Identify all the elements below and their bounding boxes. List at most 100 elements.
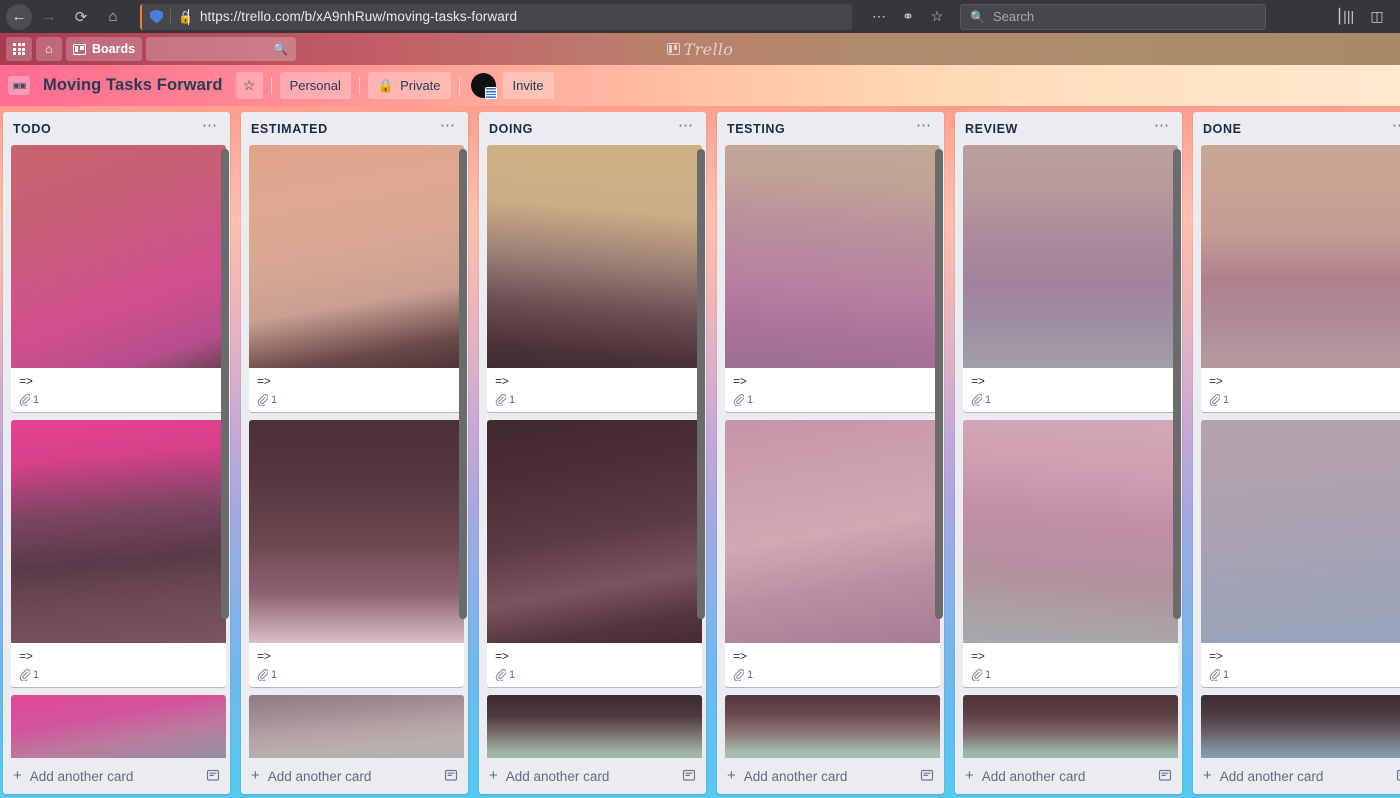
list-scrollbar-thumb[interactable] <box>697 149 705 619</box>
list-title[interactable]: REVIEW <box>965 122 1018 136</box>
board-icon[interactable]: ▣▣ <box>8 76 30 95</box>
home-icon[interactable]: ⌂ <box>98 3 128 31</box>
list-scrollbar[interactable] <box>935 147 943 756</box>
template-icon[interactable] <box>920 768 934 785</box>
card[interactable] <box>725 695 940 758</box>
card-title[interactable]: => <box>1209 374 1400 390</box>
ellipsis-icon[interactable]: ⋯ <box>196 118 224 136</box>
card-title[interactable]: => <box>971 374 1170 390</box>
card[interactable]: => 1 <box>1201 420 1400 687</box>
card-title[interactable]: => <box>971 649 1170 665</box>
list-scrollbar-thumb[interactable] <box>1173 149 1181 619</box>
card[interactable]: => 1 <box>963 420 1178 687</box>
team-button[interactable]: Personal <box>279 72 351 99</box>
add-card-footer[interactable]: + Add another card <box>1193 758 1400 794</box>
template-icon[interactable] <box>206 768 220 785</box>
list-title[interactable]: TODO <box>13 122 51 136</box>
avatar[interactable] <box>470 73 497 99</box>
card-title[interactable]: => <box>19 649 218 665</box>
add-card-label[interactable]: Add another card <box>1220 769 1324 784</box>
card-title[interactable]: => <box>733 649 932 665</box>
shield-icon[interactable] <box>150 9 163 24</box>
card-title[interactable]: => <box>257 649 456 665</box>
card[interactable]: => 1 <box>249 420 464 687</box>
ellipsis-icon[interactable]: ⋯ <box>672 118 700 136</box>
browser-search-input[interactable]: 🔍 Search <box>960 3 1266 30</box>
card-title[interactable]: => <box>495 374 694 390</box>
board-title[interactable]: Moving Tasks Forward <box>34 76 232 95</box>
list-scrollbar[interactable] <box>697 147 705 756</box>
url-text[interactable]: https://trello.com/b/xA9nhRuw/moving-tas… <box>200 9 517 24</box>
add-card-label[interactable]: Add another card <box>506 769 610 784</box>
list-scrollbar-thumb[interactable] <box>459 149 467 619</box>
list-scrollbar[interactable] <box>459 147 467 756</box>
list-title[interactable]: DOING <box>489 122 533 136</box>
reload-icon[interactable]: ⟳ <box>66 3 96 31</box>
add-card-label[interactable]: Add another card <box>268 769 372 784</box>
sidebar-icon[interactable]: ◫ <box>1364 4 1390 30</box>
card-title[interactable]: => <box>733 374 932 390</box>
list-title[interactable]: ESTIMATED <box>251 122 328 136</box>
list-title[interactable]: TESTING <box>727 122 785 136</box>
card[interactable]: => 1 <box>249 145 464 412</box>
ellipsis-icon[interactable]: ⋯ <box>1386 118 1400 136</box>
cards-scroll-area[interactable]: => 1 => 1 <box>479 145 706 758</box>
add-card-label[interactable]: Add another card <box>744 769 848 784</box>
back-arrow-icon[interactable]: ← <box>6 3 32 30</box>
card[interactable]: => 1 <box>725 420 940 687</box>
card-title[interactable]: => <box>1209 649 1400 665</box>
forward-arrow-icon[interactable]: → <box>34 3 64 31</box>
card-title[interactable]: => <box>19 374 218 390</box>
card[interactable] <box>487 695 702 758</box>
add-card-footer[interactable]: + Add another card <box>479 758 706 794</box>
card[interactable]: => 1 <box>11 420 226 687</box>
bookmark-star-icon[interactable]: ☆ <box>924 4 950 30</box>
card[interactable]: => 1 <box>487 420 702 687</box>
home-button[interactable]: ⌂ <box>36 37 62 61</box>
apps-grid-button[interactable] <box>6 37 32 61</box>
template-icon[interactable] <box>682 768 696 785</box>
add-card-footer[interactable]: + Add another card <box>3 758 230 794</box>
add-card-footer[interactable]: + Add another card <box>241 758 468 794</box>
template-icon[interactable] <box>1158 768 1172 785</box>
template-icon[interactable] <box>1396 768 1400 785</box>
card[interactable]: => 1 <box>725 145 940 412</box>
cards-scroll-area[interactable]: => 1 => 1 <box>717 145 944 758</box>
visibility-button[interactable]: 🔒 Private <box>367 72 451 99</box>
add-card-label[interactable]: Add another card <box>982 769 1086 784</box>
card[interactable] <box>249 695 464 758</box>
ellipsis-icon[interactable]: ⋯ <box>434 118 462 136</box>
pocket-icon[interactable]: ⚭ <box>895 4 921 30</box>
add-card-footer[interactable]: + Add another card <box>717 758 944 794</box>
list-scrollbar[interactable] <box>1173 147 1181 756</box>
library-icon[interactable]: ⎮||| <box>1332 4 1358 30</box>
lock-icon[interactable]: 🔒 <box>178 10 193 24</box>
cards-scroll-area[interactable]: => 1 => 1 <box>241 145 468 758</box>
trello-search-input[interactable]: 🔍 <box>146 37 297 61</box>
card[interactable] <box>963 695 1178 758</box>
ellipsis-icon[interactable]: ⋯ <box>910 118 938 136</box>
list-scrollbar[interactable] <box>221 147 229 756</box>
star-board-button[interactable]: ☆ <box>235 72 263 99</box>
url-bar[interactable]: 🔒 https://trello.com/b/xA9nhRuw/moving-t… <box>140 3 852 30</box>
list-scrollbar-thumb[interactable] <box>221 149 229 619</box>
list-scrollbar-thumb[interactable] <box>935 149 943 619</box>
page-actions-ellipsis-icon[interactable]: ⋯ <box>866 4 892 30</box>
add-card-footer[interactable]: + Add another card <box>955 758 1182 794</box>
boards-button[interactable]: Boards <box>66 37 143 61</box>
card[interactable]: => 1 <box>1201 145 1400 412</box>
add-card-label[interactable]: Add another card <box>30 769 134 784</box>
template-icon[interactable] <box>444 768 458 785</box>
card-title[interactable]: => <box>495 649 694 665</box>
cards-scroll-area[interactable]: => 1 => 1 <box>955 145 1182 758</box>
ellipsis-icon[interactable]: ⋯ <box>1148 118 1176 136</box>
cards-scroll-area[interactable]: => 1 => 1 <box>3 145 230 758</box>
invite-button[interactable]: Invite <box>502 72 554 99</box>
card[interactable] <box>11 695 226 758</box>
card[interactable]: => 1 <box>11 145 226 412</box>
list-title[interactable]: DONE <box>1203 122 1242 136</box>
card[interactable]: => 1 <box>963 145 1178 412</box>
cards-scroll-area[interactable]: => 1 => 1 <box>1193 145 1400 758</box>
card-title[interactable]: => <box>257 374 456 390</box>
card[interactable]: => 1 <box>487 145 702 412</box>
